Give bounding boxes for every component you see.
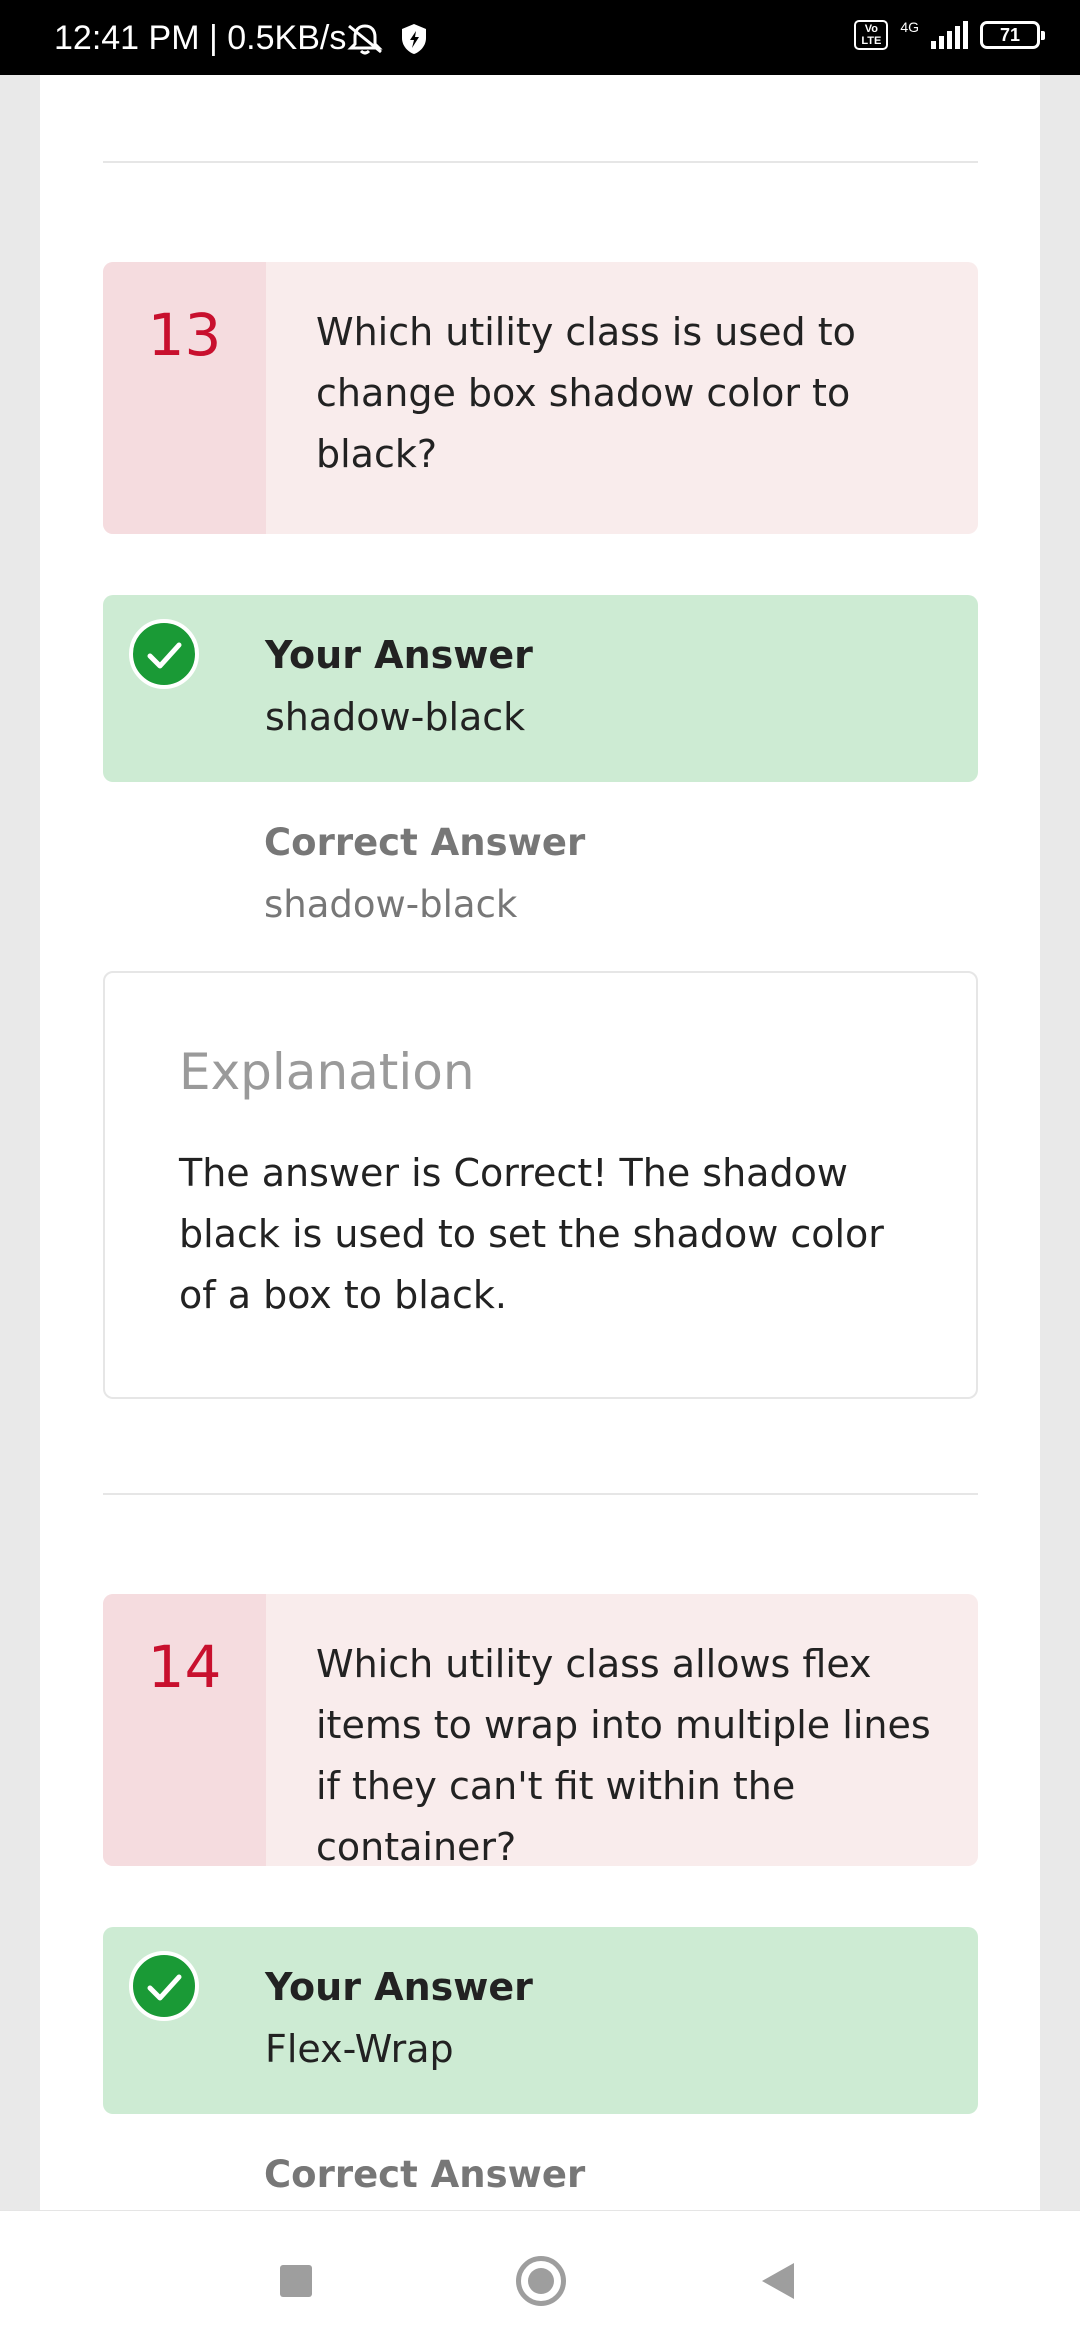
status-time: 12:41 PM | 0.5KB/s bbox=[54, 19, 347, 57]
question-card: 14 Which utility class allows flex items… bbox=[103, 1594, 978, 1866]
home-button[interactable] bbox=[516, 2256, 566, 2306]
correct-answer-value: shadow-black bbox=[264, 883, 518, 926]
correct-answer-label: Correct Answer bbox=[264, 821, 586, 864]
check-circle-icon bbox=[129, 1951, 199, 2021]
question-number-column: 14 bbox=[103, 1594, 266, 1866]
section-divider bbox=[103, 161, 978, 163]
your-answer-value: shadow-black bbox=[265, 695, 526, 739]
network-type: 4G bbox=[900, 19, 919, 35]
mute-notification-icon bbox=[345, 22, 385, 61]
status-left-icons bbox=[345, 22, 429, 61]
question-number: 14 bbox=[147, 1633, 222, 1701]
volte-icon: Vo LTE bbox=[854, 20, 889, 50]
your-answer-value: Flex-Wrap bbox=[265, 2027, 454, 2071]
question-number: 13 bbox=[147, 301, 222, 369]
back-button[interactable] bbox=[762, 2263, 794, 2299]
quiz-review-page[interactable]: 13 Which utility class is used to change… bbox=[40, 75, 1040, 2210]
your-answer-label: Your Answer bbox=[265, 633, 533, 677]
status-right-icons: Vo LTE 4G 71 bbox=[854, 19, 1045, 50]
your-answer-card: Your Answer Flex-Wrap bbox=[103, 1927, 978, 2114]
explanation-title: Explanation bbox=[179, 1043, 475, 1101]
explanation-card: Explanation The answer is Correct! The s… bbox=[103, 971, 978, 1399]
your-answer-label: Your Answer bbox=[265, 1965, 533, 2009]
status-bar: 12:41 PM | 0.5KB/s Vo LTE 4G 71 bbox=[0, 0, 1080, 75]
question-number-column: 13 bbox=[103, 262, 266, 534]
check-circle-icon bbox=[129, 619, 199, 689]
signal-icon bbox=[931, 21, 968, 49]
question-text: Which utility class allows flex items to… bbox=[316, 1642, 931, 1866]
question-card: 13 Which utility class is used to change… bbox=[103, 262, 978, 534]
shield-icon bbox=[399, 22, 429, 61]
question-text: Which utility class is used to change bo… bbox=[316, 310, 856, 476]
battery-level: 71 bbox=[999, 25, 1021, 45]
navigation-bar bbox=[0, 2210, 1080, 2341]
explanation-text: The answer is Correct! The shadow black … bbox=[179, 1151, 884, 1317]
correct-answer-label: Correct Answer bbox=[264, 2153, 586, 2196]
section-divider bbox=[103, 1493, 978, 1495]
your-answer-card: Your Answer shadow-black bbox=[103, 595, 978, 782]
recent-apps-button[interactable] bbox=[280, 2265, 312, 2297]
battery-icon: 71 bbox=[980, 21, 1045, 49]
